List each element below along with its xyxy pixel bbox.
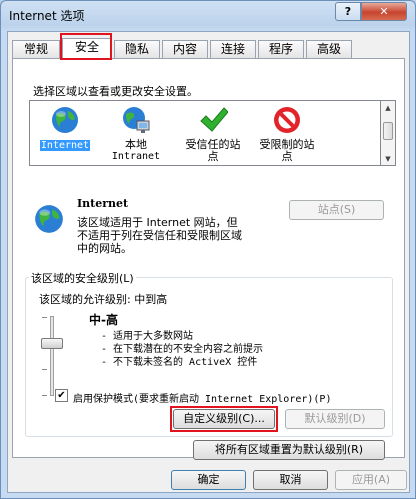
slider-tick [42,317,47,318]
cancel-button[interactable]: 取消 [253,470,328,490]
default-level-button[interactable]: 默认级别(D) [285,409,385,429]
restricted-icon [274,107,300,133]
sites-button[interactable]: 站点(S) [289,200,384,220]
tab-privacy[interactable]: 隐私 [114,40,160,59]
security-level-title: 该区域的安全级别(L) [29,270,136,286]
ok-button[interactable]: 确定 [171,470,246,490]
tab-general[interactable]: 常规 [12,40,60,59]
level-bullet-3: - 不下载未签名的 ActiveX 控件 [101,357,258,368]
tab-advanced[interactable]: 高级 [306,40,352,59]
scroll-down-icon[interactable]: ▼ [381,152,395,166]
zone-instruction: 选择区域以查看或更改安全设置。 [33,85,198,98]
tab-programs[interactable]: 程序 [258,40,304,59]
dialog-client: 常规 安全 隐私 内容 连接 程序 高级 选择区域以查看或更改安全设置。 Int… [7,31,410,493]
zone-intranet-label-1: 本地 [125,138,147,151]
close-button[interactable]: ✕ [361,2,407,21]
reset-all-zones-button[interactable]: 将所有区域重置为默认级别(R) [193,440,385,460]
protected-mode-checkbox[interactable]: ✔ [55,389,68,402]
allowed-levels-label: 该区域的允许级别: 中到高 [39,293,168,306]
zone-intranet-label-2: Intranet [111,151,161,162]
tab-content[interactable]: 内容 [162,40,208,59]
title-bar: Internet 选项 ? ✕ [1,1,415,29]
custom-level-button[interactable]: 自定义级别(C)... [173,409,275,429]
tab-security[interactable]: 安全 [62,38,112,60]
scroll-up-icon[interactable]: ▲ [381,101,395,115]
slider-tick [42,369,47,370]
zone-description-line3: 中的网站。 [77,242,132,255]
internet-options-window: Internet 选项 ? ✕ 常规 安全 隐私 内容 连接 程序 高级 选择区… [0,0,416,499]
security-level-slider-thumb[interactable] [41,338,63,349]
zone-list-scrollbar[interactable]: ▲ ▼ [381,100,396,166]
security-level-name: 中-高 [89,313,118,327]
protected-mode-label[interactable]: 启用保护模式(要求重新启动 Internet Explorer)(P) [73,390,331,405]
intranet-icon [123,107,150,133]
tab-connections[interactable]: 连接 [210,40,256,59]
zone-trusted-label-2: 点 [207,150,219,163]
globe-icon [52,107,78,133]
help-button[interactable]: ? [335,2,361,21]
security-level-slider-track[interactable] [50,316,54,396]
zone-list[interactable]: Internet 本地 Intranet 受信任的站 点 受限制的站 点 [29,100,381,166]
selected-zone-globe-icon [35,205,63,233]
scroll-thumb[interactable] [383,122,393,140]
apply-button[interactable]: 应用(A) [335,470,407,490]
security-panel: 选择区域以查看或更改安全设置。 Internet 本地 Intranet 受信任… [12,58,405,460]
checkmark-icon [200,107,228,132]
window-title: Internet 选项 [9,9,85,23]
slider-tick [42,395,47,396]
zone-restricted-label-2: 点 [281,150,293,163]
selected-zone-title: Internet [77,197,129,210]
zone-internet-label: Internet [39,140,91,151]
